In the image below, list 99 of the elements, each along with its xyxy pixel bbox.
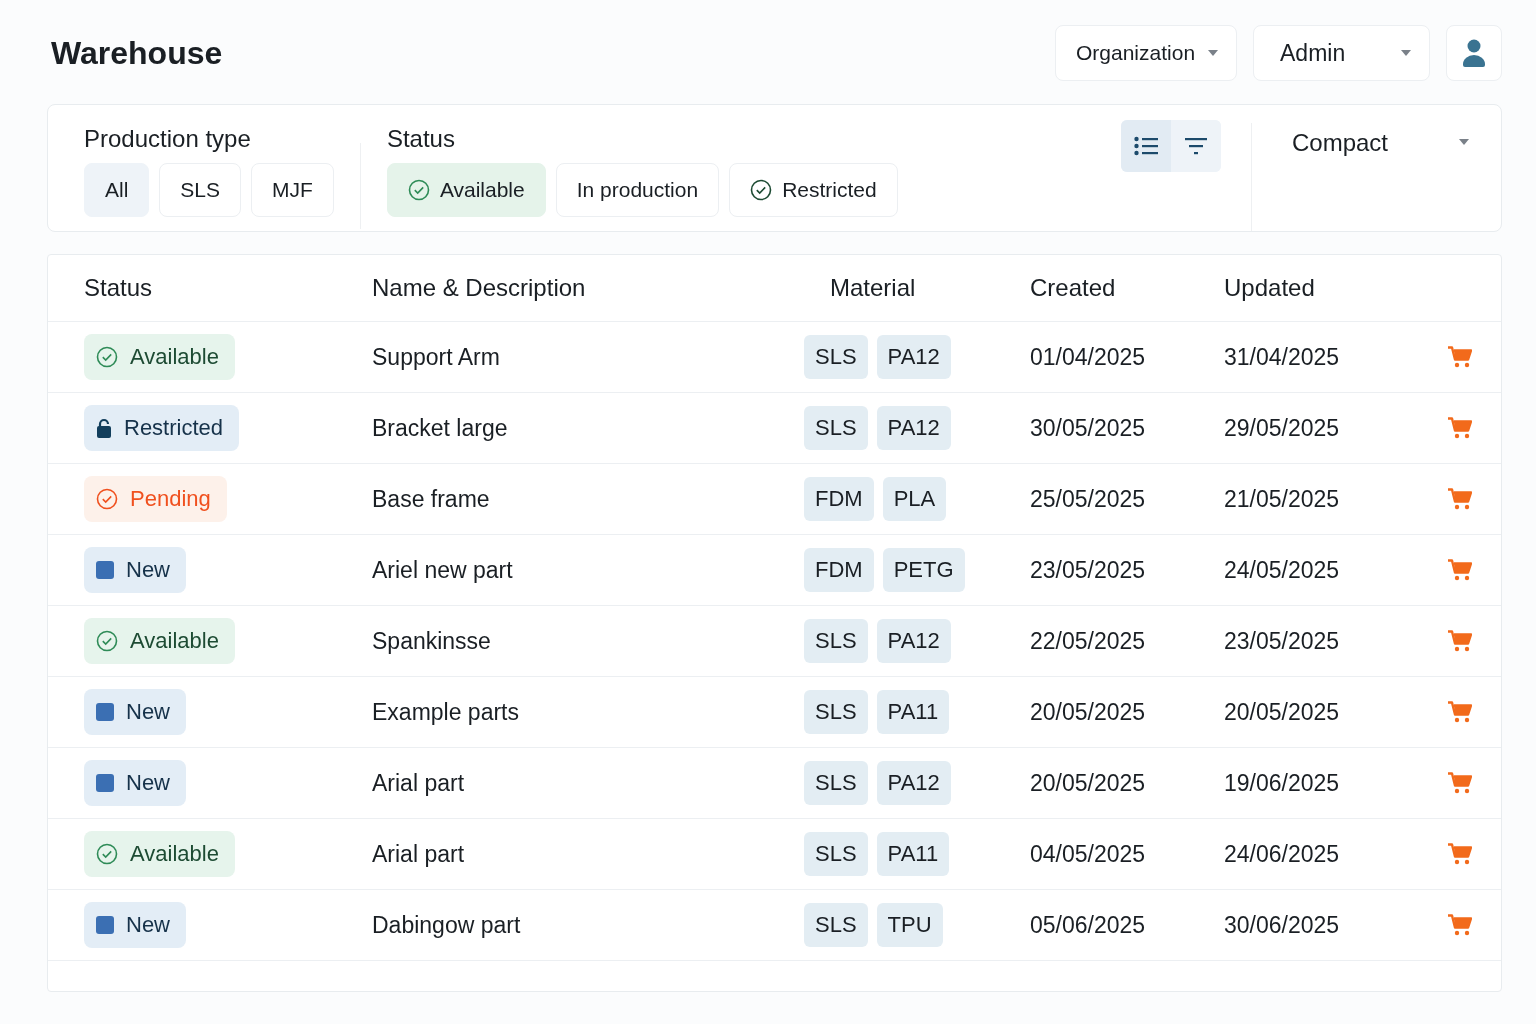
cart-icon[interactable]	[1448, 630, 1472, 652]
status-badge: New	[84, 547, 186, 593]
created-date: 05/06/2025	[1030, 911, 1147, 939]
check-circle-icon	[96, 488, 118, 510]
cart-icon[interactable]	[1448, 701, 1472, 723]
column-header: Status	[84, 274, 154, 302]
role-dropdown[interactable]: Admin	[1253, 25, 1430, 81]
cart-icon[interactable]	[1448, 772, 1472, 794]
cart-icon[interactable]	[1448, 488, 1472, 510]
created-date: 25/05/2025	[1030, 485, 1147, 513]
filter-chip[interactable]: Restricted	[729, 163, 898, 217]
status-badge: New	[84, 902, 186, 948]
process-tag: SLS	[804, 690, 868, 734]
user-button[interactable]	[1446, 25, 1502, 81]
filter-icon	[1185, 137, 1207, 155]
updated-date: 19/06/2025	[1224, 769, 1341, 797]
column-header: Material	[829, 274, 917, 302]
part-name: Dabingow part	[372, 911, 522, 939]
filter-chip[interactable]: SLS	[159, 163, 242, 217]
cart-icon[interactable]	[1448, 559, 1472, 581]
created-date: 22/05/2025	[1030, 627, 1147, 655]
status-badge: Pending	[84, 476, 227, 522]
list-view-button[interactable]	[1121, 120, 1171, 172]
check-circle-icon	[96, 630, 118, 652]
material-tag: TPU	[876, 903, 943, 947]
square-icon	[96, 703, 114, 721]
column-header: Updated	[1224, 274, 1316, 302]
cart-icon[interactable]	[1448, 417, 1472, 439]
process-tag: FDM	[804, 477, 874, 521]
created-date: 01/04/2025	[1030, 343, 1147, 371]
square-icon	[96, 774, 114, 792]
process-tag: SLS	[804, 761, 868, 805]
filter-chip[interactable]: Available	[386, 163, 546, 217]
material-tag: PA12	[876, 619, 951, 663]
updated-date: 30/06/2025	[1224, 911, 1341, 939]
part-name: Example parts	[372, 698, 520, 726]
page-title: Warehouse	[51, 34, 223, 72]
filter-chip[interactable]: All	[84, 163, 150, 217]
status-badge: Available	[84, 334, 235, 380]
column-header: Name & Description	[372, 274, 587, 302]
created-date: 04/05/2025	[1030, 840, 1147, 868]
caret-icon	[1208, 50, 1218, 56]
column-header: Created	[1030, 274, 1117, 302]
updated-date: 29/05/2025	[1224, 414, 1341, 442]
process-tag: SLS	[804, 903, 868, 947]
updated-date: 24/06/2025	[1224, 840, 1341, 868]
material-tag: PLA	[882, 477, 947, 521]
user-icon	[1462, 39, 1486, 67]
part-name: Arial part	[372, 769, 466, 797]
status-badge: Available	[84, 831, 235, 877]
part-name: Arial part	[372, 840, 466, 868]
filter-label: Production type	[84, 125, 252, 153]
status-badge: Restricted	[84, 405, 240, 451]
cart-icon[interactable]	[1448, 914, 1472, 936]
caret-icon	[1459, 139, 1469, 145]
process-tag: SLS	[804, 406, 868, 450]
check-circle-icon	[96, 346, 118, 368]
process-tag: SLS	[804, 832, 868, 876]
process-tag: SLS	[804, 619, 868, 663]
process-tag: FDM	[804, 548, 874, 592]
square-icon	[96, 561, 114, 579]
cart-icon[interactable]	[1448, 843, 1472, 865]
created-date: 23/05/2025	[1030, 556, 1147, 584]
caret-icon	[1401, 50, 1411, 56]
status-badge: New	[84, 760, 186, 806]
part-name: Support Arm	[372, 343, 501, 371]
updated-date: 20/05/2025	[1224, 698, 1341, 726]
material-tag: PA11	[876, 832, 950, 876]
part-name: Base frame	[372, 485, 491, 513]
part-name: Ariel new part	[372, 556, 514, 584]
filter-chip[interactable]: MJF	[251, 163, 334, 217]
status-badge: New	[84, 689, 186, 735]
filter-chip[interactable]: In production	[555, 163, 720, 217]
padlock-icon	[96, 418, 112, 438]
material-tag: PA12	[876, 335, 951, 379]
material-tag: PA12	[876, 406, 951, 450]
process-tag: SLS	[804, 335, 868, 379]
density-dropdown[interactable]: Compact	[1251, 123, 1501, 231]
created-date: 20/05/2025	[1030, 769, 1147, 797]
check-circle-icon	[750, 179, 773, 201]
check-circle-icon	[96, 843, 118, 865]
part-name: Spankinsse	[372, 627, 492, 655]
organization-dropdown[interactable]: Organization	[1055, 25, 1237, 81]
material-tag: PETG	[882, 548, 965, 592]
updated-date: 24/05/2025	[1224, 556, 1341, 584]
material-tag: PA11	[876, 690, 950, 734]
material-tag: PA12	[876, 761, 951, 805]
check-circle-icon	[407, 179, 430, 201]
part-name: Bracket large	[372, 414, 509, 442]
cart-icon[interactable]	[1448, 346, 1472, 368]
updated-date: 23/05/2025	[1224, 627, 1341, 655]
filter-label: Status	[386, 125, 456, 153]
updated-date: 31/04/2025	[1224, 343, 1341, 371]
square-icon	[96, 916, 114, 934]
created-date: 20/05/2025	[1030, 698, 1147, 726]
list-icon	[1134, 136, 1158, 156]
status-badge: Available	[84, 618, 235, 664]
created-date: 30/05/2025	[1030, 414, 1147, 442]
updated-date: 21/05/2025	[1224, 485, 1341, 513]
